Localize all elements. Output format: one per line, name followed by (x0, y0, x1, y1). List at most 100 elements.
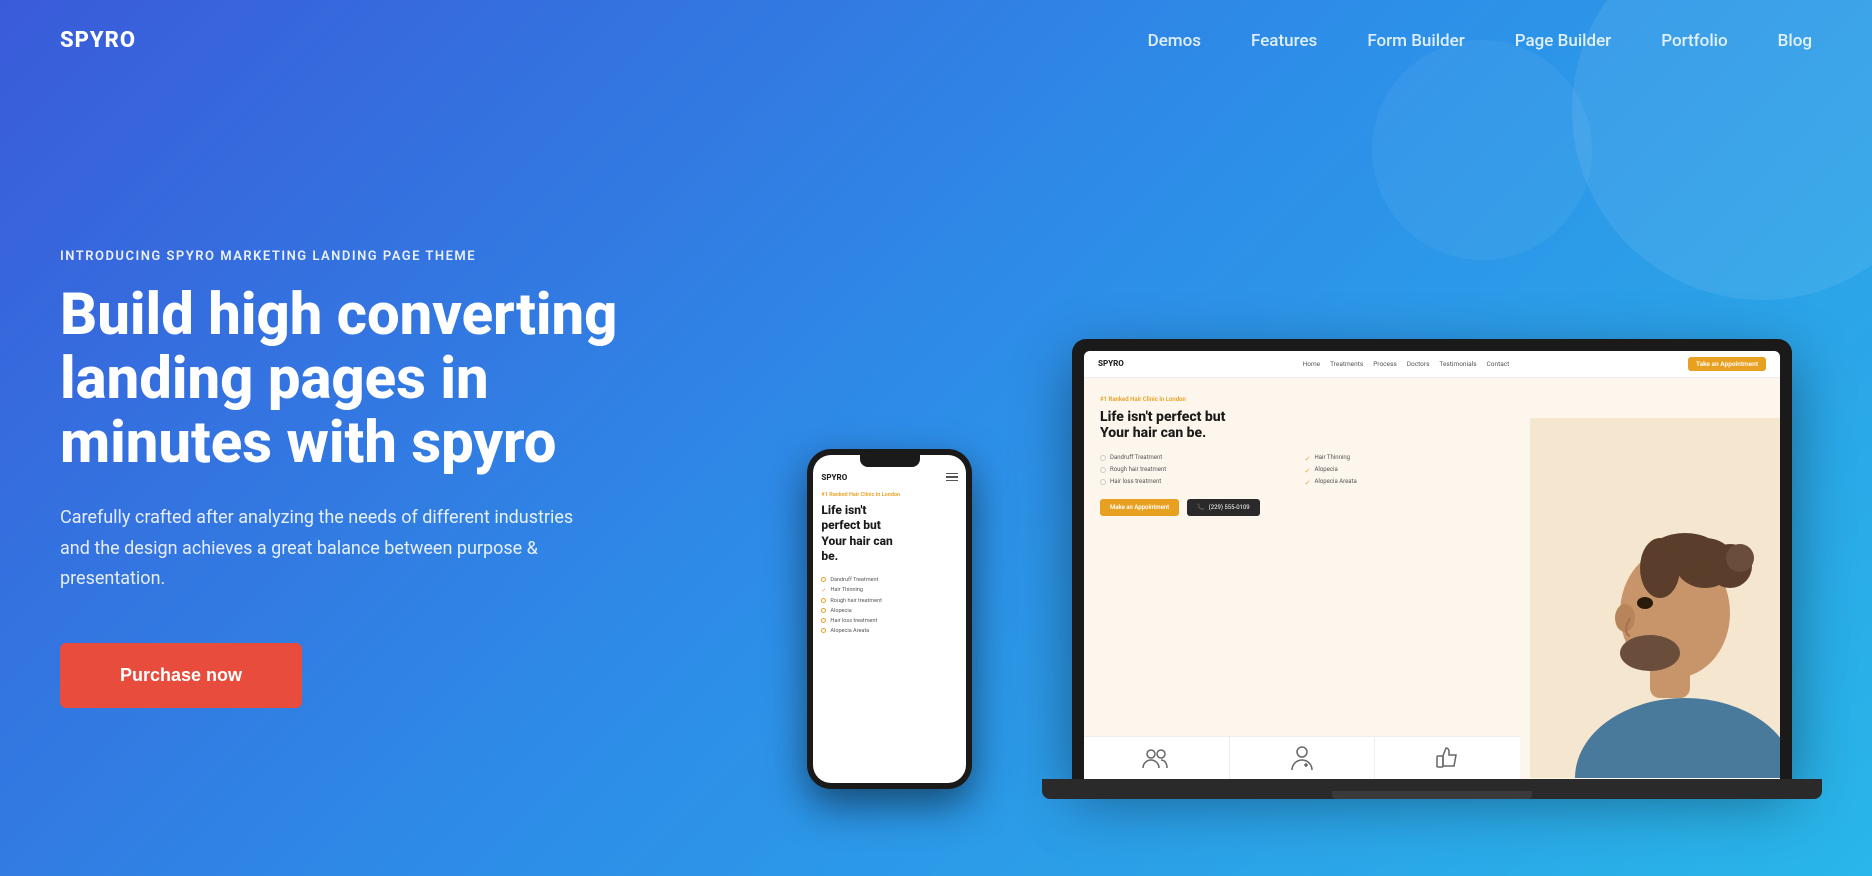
check-icon: ✓ (1305, 455, 1311, 461)
phone-notch (860, 455, 920, 467)
nav-item-form-builder[interactable]: Form Builder (1367, 31, 1464, 51)
laptop-feature-5: Hair loss treatment (1100, 478, 1300, 485)
feature-text: Dandruff Treatment (830, 577, 878, 583)
hamburger-line (946, 476, 958, 478)
laptop-base (1042, 779, 1822, 799)
phone-nav: SPYRO (821, 473, 958, 482)
laptop-hero-left: #1 Ranked Hair Clinic in London Life isn… (1084, 378, 1520, 778)
laptop-nav-home: Home (1303, 360, 1321, 368)
feature-label: Hair Thinning (1315, 454, 1351, 461)
phone-feature-item: Hair loss treatment (821, 616, 958, 626)
nav-item-blog[interactable]: Blog (1778, 31, 1812, 51)
hamburger-icon (946, 473, 958, 482)
laptop-feature-3: Rough hair treatment (1100, 466, 1300, 473)
checkmark-icon: ✓ (821, 587, 826, 594)
nav-item-demos[interactable]: Demos (1148, 31, 1201, 51)
feature-dot-icon (821, 577, 826, 582)
feature-circle-icon (1100, 479, 1106, 485)
feature-text: Hair loss treatment (830, 618, 877, 624)
nav-item-page-builder[interactable]: Page Builder (1515, 31, 1611, 51)
feature-text: Alopecia Areata (830, 628, 869, 634)
feature-label: Dandruff Treatment (1110, 454, 1162, 461)
headline-line1: Build high converting (60, 281, 617, 349)
laptop-screen-outer: SPYRO Home Treatments Process Doctors Te… (1072, 339, 1792, 779)
feature-dot-icon (821, 608, 826, 613)
hero-tagline: INTRODUCING SPYRO MARKETING LANDING PAGE… (60, 249, 617, 264)
phone-number: (229) 555-0109 (1209, 504, 1250, 511)
feature-text: Hair Thinning (830, 587, 863, 593)
laptop-nav-cta: Take an Appointment (1688, 357, 1766, 371)
feature-text: Rough hair treatment (830, 598, 882, 604)
nav-item-portfolio[interactable]: Portfolio (1661, 31, 1727, 51)
hero-description: Carefully crafted after analyzing the ne… (60, 503, 580, 595)
feature-label: Alopecia Areata (1315, 478, 1357, 485)
laptop-nav-process: Process (1373, 360, 1397, 368)
laptop-features: Dandruff Treatment ✓ Hair Thinning Rough… (1100, 454, 1504, 485)
laptop-device: SPYRO Home Treatments Process Doctors Te… (1072, 339, 1792, 819)
phone-feature-item: Dandruff Treatment (821, 575, 958, 585)
laptop-feature-6: ✓ Alopecia Areata (1305, 478, 1505, 485)
laptop-nav: SPYRO Home Treatments Process Doctors Te… (1084, 351, 1780, 378)
laptop-demo-tagline: #1 Ranked Hair Clinic in London (1100, 396, 1504, 403)
phone-feature-item: Alopecia Areata (821, 626, 958, 636)
hero-headline: Build high converting landing pages in m… (60, 284, 617, 475)
phone-demo-headline: Life isn'tperfect butYour hair canbe. (821, 503, 958, 565)
laptop-person-svg (1530, 418, 1780, 778)
laptop-nav-contact: Contact (1487, 360, 1510, 368)
nav-link-blog[interactable]: Blog (1778, 31, 1812, 51)
feature-dot-icon (821, 618, 826, 623)
feature-circle-icon (1100, 455, 1106, 461)
laptop-nav-links: Home Treatments Process Doctors Testimon… (1303, 360, 1510, 368)
phone-feature-item: Alopecia (821, 606, 958, 616)
nav-link-demos[interactable]: Demos (1148, 31, 1201, 51)
phone-inner: SPYRO #1 Ranked Hair Clinic in London Li… (813, 455, 966, 783)
laptop-cta-btn: Make an Appointment (1100, 499, 1179, 516)
laptop-buttons: Make an Appointment 📞 (229) 555-0109 (1100, 499, 1504, 516)
phone-demo-tagline: #1 Ranked Hair Clinic in London (821, 492, 958, 498)
feature-text: Alopecia (830, 608, 851, 614)
feature-label: Hair loss treatment (1110, 478, 1161, 485)
nav-item-features[interactable]: Features (1251, 31, 1317, 51)
feature-dot-icon (821, 628, 826, 633)
hamburger-line (946, 480, 958, 482)
nav-link-form-builder[interactable]: Form Builder (1367, 31, 1464, 51)
feature-label: Alopecia (1315, 466, 1338, 473)
thumbsup-icon (1435, 746, 1461, 770)
laptop-nav-treatments: Treatments (1330, 360, 1363, 368)
phone-feature-list: Dandruff Treatment ✓ Hair Thinning Rough… (821, 575, 958, 636)
hero-devices: SPYRO Home Treatments Process Doctors Te… (677, 139, 1812, 819)
feature-circle-icon (1100, 467, 1106, 473)
laptop-feature-4: ✓ Alopecia (1305, 466, 1505, 473)
laptop-screen-inner: SPYRO Home Treatments Process Doctors Te… (1084, 351, 1780, 779)
people-icon (1142, 747, 1170, 769)
bottom-icon-3 (1375, 737, 1520, 778)
hero-body: INTRODUCING SPYRO MARKETING LANDING PAGE… (0, 81, 1872, 876)
laptop-hero: #1 Ranked Hair Clinic in London Life isn… (1084, 378, 1780, 778)
hero-section: SPYRO Demos Features Form Builder Page B… (0, 0, 1872, 876)
laptop-demo-logo: SPYRO (1098, 359, 1124, 368)
laptop-demo-headline: Life isn't perfect butYour hair can be. (1100, 409, 1504, 443)
laptop-feature-1: Dandruff Treatment (1100, 454, 1300, 461)
navbar: SPYRO Demos Features Form Builder Page B… (0, 0, 1872, 81)
phone-feature-item: ✓ Hair Thinning (821, 585, 958, 596)
headline-line3: minutes with spyro (60, 409, 556, 477)
nav-link-portfolio[interactable]: Portfolio (1661, 31, 1727, 51)
phone-feature-item: Rough hair treatment (821, 596, 958, 606)
phone-device: SPYRO #1 Ranked Hair Clinic in London Li… (807, 449, 972, 789)
nav-link-features[interactable]: Features (1251, 31, 1317, 51)
feature-label: Rough hair treatment (1110, 466, 1166, 473)
purchase-now-button[interactable]: Purchase now (60, 643, 302, 708)
bottom-icon-2 (1230, 737, 1376, 778)
laptop-phone-btn: 📞 (229) 555-0109 (1187, 499, 1260, 516)
phone-icon: 📞 (1197, 504, 1204, 511)
laptop-nav-doctors: Doctors (1407, 360, 1430, 368)
bottom-icons-strip (1084, 736, 1520, 778)
phone-content: SPYRO #1 Ranked Hair Clinic in London Li… (813, 455, 966, 783)
check-icon: ✓ (1305, 479, 1311, 485)
hamburger-line (946, 473, 958, 475)
bottom-icon-1 (1084, 737, 1230, 778)
nav-link-page-builder[interactable]: Page Builder (1515, 31, 1611, 51)
laptop-feature-2: ✓ Hair Thinning (1305, 454, 1505, 461)
hero-text: INTRODUCING SPYRO MARKETING LANDING PAGE… (60, 249, 617, 708)
check-icon: ✓ (1305, 467, 1311, 473)
